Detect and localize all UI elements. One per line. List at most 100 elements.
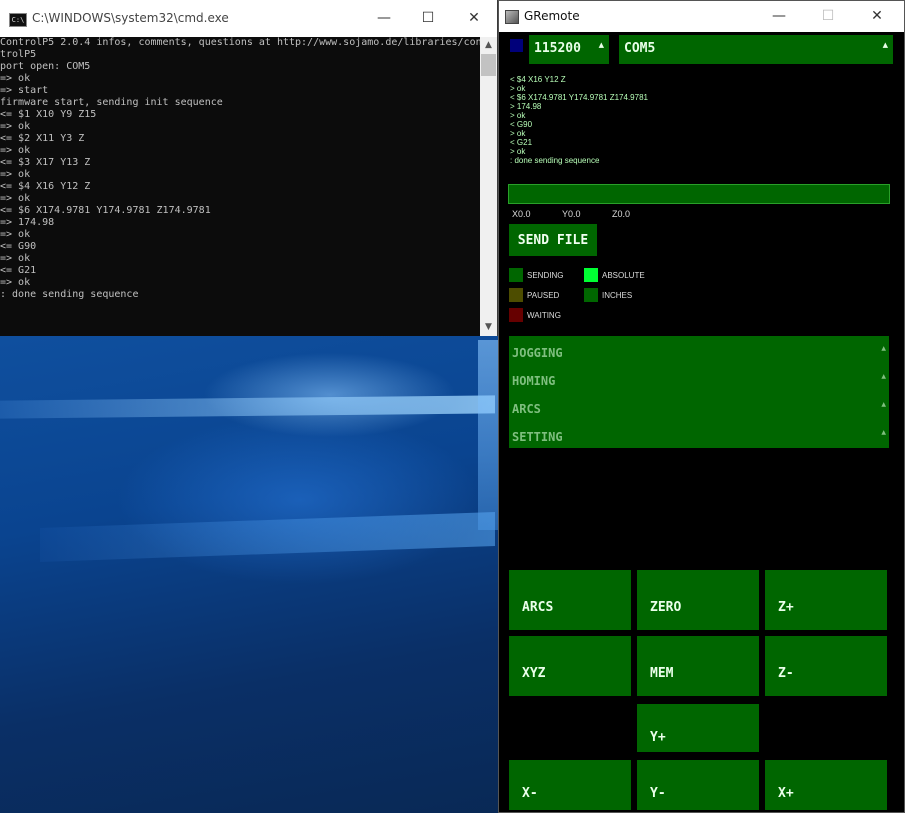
cmd-titlebar[interactable]: C:\ C:\WINDOWS\system32\cmd.exe — ☐ ✕ xyxy=(0,0,497,37)
accordion-jogging-label: JOGGING xyxy=(512,346,563,360)
console-line: => 174.98 xyxy=(0,217,55,228)
caret-up-icon: ▲ xyxy=(881,345,886,352)
gremote-close-button[interactable]: ✕ xyxy=(854,3,900,30)
scroll-up-arrow-icon[interactable]: ▲ xyxy=(480,37,497,54)
mem-button[interactable]: MEM xyxy=(637,636,759,696)
log-line: < G90 xyxy=(510,120,533,129)
zero-button-label: ZERO xyxy=(650,600,682,615)
log-line: > ok xyxy=(510,129,526,138)
paused-label: PAUSED xyxy=(527,291,560,300)
log-line: > 174.98 xyxy=(510,102,542,111)
sending-label: SENDING xyxy=(527,271,564,280)
caret-up-icon: ▲ xyxy=(881,373,886,380)
serial-port-dropdown[interactable]: COM5 ▲ xyxy=(619,35,893,64)
cmd-window-title: C:\WINDOWS\system32\cmd.exe xyxy=(32,11,229,25)
gremote-minimize-button[interactable]: — xyxy=(756,3,802,30)
console-line: <= $4 X16 Y12 Z xyxy=(0,181,91,192)
baud-rate-value: 115200 xyxy=(534,41,581,56)
accordion-arcs[interactable]: ARCS ▲ xyxy=(509,394,889,422)
console-line: => start xyxy=(0,85,49,96)
console-line: <= G90 xyxy=(0,241,37,252)
waiting-indicator xyxy=(509,308,523,322)
scrollbar-thumb[interactable] xyxy=(481,54,496,76)
inches-indicator[interactable] xyxy=(584,288,598,302)
y-minus-button-label: Y- xyxy=(650,786,666,801)
cmd-console-output[interactable]: ControlP5 2.0.4 infos, comments, questio… xyxy=(0,37,480,336)
console-line: => ok xyxy=(0,73,31,84)
xyz-button-label: XYZ xyxy=(522,666,546,681)
accordion-homing[interactable]: HOMING ▲ xyxy=(509,366,889,394)
console-line: => ok xyxy=(0,229,31,240)
y-coordinate: Y0.0 xyxy=(562,209,581,219)
accordion-jogging[interactable]: JOGGING ▲ xyxy=(509,338,889,366)
sending-indicator xyxy=(509,268,523,282)
xyz-button[interactable]: XYZ xyxy=(509,636,631,696)
connection-status-indicator xyxy=(510,39,523,52)
caret-up-icon: ▲ xyxy=(881,401,886,408)
log-line: > ok xyxy=(510,111,526,120)
console-line: <= $1 X10 Y9 Z15 xyxy=(0,109,97,120)
cmd-close-button[interactable]: ✕ xyxy=(452,4,496,32)
console-line: <= $3 X17 Y13 Z xyxy=(0,157,91,168)
inches-label: INCHES xyxy=(602,291,633,300)
console-line: <= $6 X174.9781 Y174.9781 Z174.9781 xyxy=(0,205,211,216)
arcs-button[interactable]: ARCS xyxy=(509,570,631,630)
absolute-indicator[interactable] xyxy=(584,268,598,282)
wallpaper-light-beam xyxy=(0,395,495,419)
log-line: > ok xyxy=(510,147,526,156)
gremote-app-icon xyxy=(505,10,519,24)
console-line: <= $2 X11 Y3 Z xyxy=(0,133,85,144)
zero-button[interactable]: ZERO xyxy=(637,570,759,630)
z-minus-button[interactable]: Z- xyxy=(765,636,887,696)
console-line: => ok xyxy=(0,253,31,264)
y-plus-button[interactable]: Y+ xyxy=(637,704,759,752)
caret-up-icon: ▲ xyxy=(882,41,888,49)
x-plus-button[interactable]: X+ xyxy=(765,760,887,810)
cmd-maximize-button[interactable]: ☐ xyxy=(406,4,450,32)
accordion-homing-label: HOMING xyxy=(512,374,556,388)
log-line: > ok xyxy=(510,84,526,93)
console-line: => ok xyxy=(0,121,31,132)
console-line: => ok xyxy=(0,169,31,180)
console-line: port open: COM5 xyxy=(0,61,91,72)
caret-up-icon: ▲ xyxy=(598,41,604,49)
gremote-window[interactable]: GRemote — ☐ ✕ 115200 ▲ COM5 ▲ < $4 X16 Y… xyxy=(498,0,905,813)
z-coordinate: Z0.0 xyxy=(612,209,631,219)
y-plus-button-label: Y+ xyxy=(650,730,666,745)
scroll-down-arrow-icon[interactable]: ▼ xyxy=(480,319,497,336)
accordion-setting-label: SETTING xyxy=(512,430,563,444)
mem-button-label: MEM xyxy=(650,666,674,681)
absolute-label: ABSOLUTE xyxy=(602,271,645,280)
send-file-button[interactable]: SEND FILE xyxy=(509,224,597,256)
log-line: < G21 xyxy=(510,138,533,147)
console-line: => ok xyxy=(0,277,31,288)
serial-port-value: COM5 xyxy=(624,41,656,56)
waiting-label: WAITING xyxy=(527,311,561,320)
log-line: : done sending sequence xyxy=(510,156,600,165)
console-line: trolP5 xyxy=(0,49,37,60)
console-line: => ok xyxy=(0,145,31,156)
z-plus-button[interactable]: Z+ xyxy=(765,570,887,630)
send-file-label: SEND FILE xyxy=(517,233,589,248)
gremote-maximize-button[interactable]: ☐ xyxy=(805,3,851,30)
cmd-scrollbar[interactable]: ▲ ▼ xyxy=(480,37,497,336)
x-minus-button[interactable]: X- xyxy=(509,760,631,810)
y-minus-button[interactable]: Y- xyxy=(637,760,759,810)
paused-indicator xyxy=(509,288,523,302)
baud-rate-dropdown[interactable]: 115200 ▲ xyxy=(529,35,609,64)
cmd-minimize-button[interactable]: — xyxy=(362,4,406,32)
wallpaper-light-glow xyxy=(40,512,495,562)
gremote-titlebar[interactable]: GRemote — ☐ ✕ xyxy=(499,1,904,32)
wallpaper-window-edge xyxy=(478,340,498,530)
log-line: < $4 X16 Y12 Z xyxy=(510,75,566,84)
gremote-window-title: GRemote xyxy=(524,9,580,23)
settings-accordion: JOGGING ▲ HOMING ▲ ARCS ▲ SETTING ▲ xyxy=(509,336,889,448)
x-minus-button-label: X- xyxy=(522,786,538,801)
x-plus-button-label: X+ xyxy=(778,786,794,801)
accordion-setting[interactable]: SETTING ▲ xyxy=(509,422,889,450)
cmd-window[interactable]: C:\ C:\WINDOWS\system32\cmd.exe — ☐ ✕ Co… xyxy=(0,0,498,336)
z-plus-button-label: Z+ xyxy=(778,600,794,615)
gcode-command-input[interactable] xyxy=(508,184,890,204)
caret-up-icon: ▲ xyxy=(881,429,886,436)
x-coordinate: X0.0 xyxy=(512,209,531,219)
